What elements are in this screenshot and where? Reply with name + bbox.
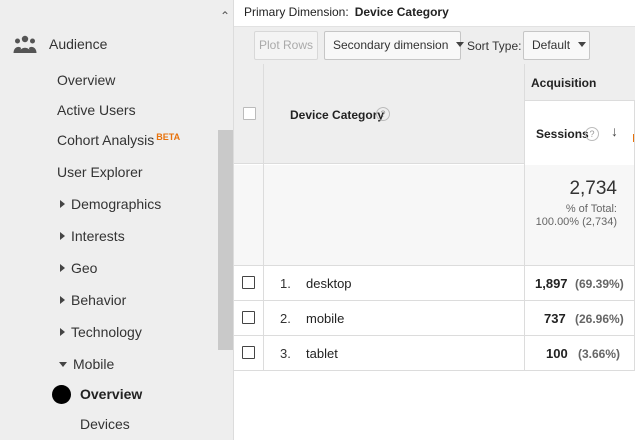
sort-type-label: Sort Type: <box>467 39 522 53</box>
table-row: 3. tablet 100 (3.66%) <box>234 336 635 371</box>
expand-right-icon <box>60 232 65 241</box>
table-row: 1. desktop 1,897 (69.39%) <box>234 266 635 301</box>
plot-rows-button[interactable]: Plot Rows <box>254 31 318 60</box>
total-sessions-value: 2,734 <box>569 178 617 199</box>
beta-badge: BETA <box>156 132 181 142</box>
sessions-column-header[interactable]: Sessions ? ↓ <box>525 101 634 164</box>
sidebar-item-mobile[interactable]: Mobile <box>59 356 114 372</box>
chevron-up-icon[interactable]: ⌃ <box>219 10 231 22</box>
sort-type-dropdown[interactable]: Default <box>523 31 590 60</box>
sidebar: ⌃ Audience Overview Active Users Cohort … <box>0 0 234 440</box>
row-sessions-value: 1,897 <box>535 276 568 291</box>
help-icon[interactable]: ? <box>376 107 390 121</box>
active-bullet-icon <box>52 385 71 404</box>
sidebar-item-geo[interactable]: Geo <box>60 260 97 276</box>
sidebar-section-audience[interactable]: Audience <box>49 36 107 52</box>
row-sessions-percent: (26.96%) <box>575 312 624 326</box>
sidebar-item-technology[interactable]: Technology <box>60 324 142 340</box>
sidebar-subitem-overview[interactable]: Overview <box>80 386 142 402</box>
row-checkbox[interactable] <box>242 276 255 289</box>
row-sessions-percent: (69.39%) <box>575 277 624 291</box>
audience-people-icon <box>13 35 37 53</box>
dimension-column-header[interactable]: Device Category <box>290 108 384 122</box>
sidebar-item-active-users[interactable]: Active Users <box>57 102 136 118</box>
table-row: 2. mobile 737 (26.96%) <box>234 301 635 336</box>
row-sessions-value: 100 <box>546 346 568 361</box>
expand-down-icon <box>59 361 67 367</box>
expand-right-icon <box>60 328 65 337</box>
row-checkbox[interactable] <box>242 311 255 324</box>
primary-dimension-label: Primary Dimension: <box>244 5 349 19</box>
row-dimension-value[interactable]: mobile <box>306 311 344 326</box>
sidebar-scrollbar-thumb[interactable] <box>218 130 233 350</box>
chevron-down-icon <box>578 42 587 48</box>
sort-descending-icon[interactable]: ↓ <box>611 123 618 139</box>
select-all-checkbox[interactable] <box>243 107 256 120</box>
table-header: Device Category ? Acquisition Sessions ?… <box>234 64 635 164</box>
sidebar-item-interests[interactable]: Interests <box>60 228 125 244</box>
sidebar-item-demographics[interactable]: Demographics <box>60 196 161 212</box>
sidebar-item-overview[interactable]: Overview <box>57 72 115 88</box>
acquisition-group-header: Acquisition <box>531 76 597 90</box>
chevron-down-icon <box>456 42 465 48</box>
row-dimension-value[interactable]: desktop <box>306 276 352 291</box>
primary-dimension: Primary Dimension: Device Category <box>244 5 449 19</box>
sidebar-item-user-explorer[interactable]: User Explorer <box>57 164 143 180</box>
expand-right-icon <box>60 200 65 209</box>
sidebar-subitem-devices[interactable]: Devices <box>80 416 130 432</box>
total-percent-label: % of Total: <box>565 203 617 215</box>
sidebar-item-cohort-analysis[interactable]: Cohort Analysis BETA <box>57 132 180 148</box>
row-dimension-value[interactable]: tablet <box>306 346 338 361</box>
totals-row: 2,734 % of Total: 100.00% (2,734) <box>234 165 635 266</box>
total-percent-value: 100.00% (2,734) <box>535 216 617 228</box>
row-sessions-value: 737 <box>544 311 566 326</box>
row-checkbox[interactable] <box>242 346 255 359</box>
data-table: Device Category ? Acquisition Sessions ?… <box>234 64 635 371</box>
primary-dimension-value[interactable]: Device Category <box>355 5 449 19</box>
expand-right-icon <box>60 264 65 273</box>
help-icon[interactable]: ? <box>585 127 599 141</box>
expand-right-icon <box>60 296 65 305</box>
table-toolbar: Plot Rows Secondary dimension Sort Type:… <box>234 26 635 64</box>
sidebar-item-behavior[interactable]: Behavior <box>60 292 126 308</box>
secondary-dimension-dropdown[interactable]: Secondary dimension <box>324 31 465 60</box>
row-sessions-percent: (3.66%) <box>578 347 621 361</box>
